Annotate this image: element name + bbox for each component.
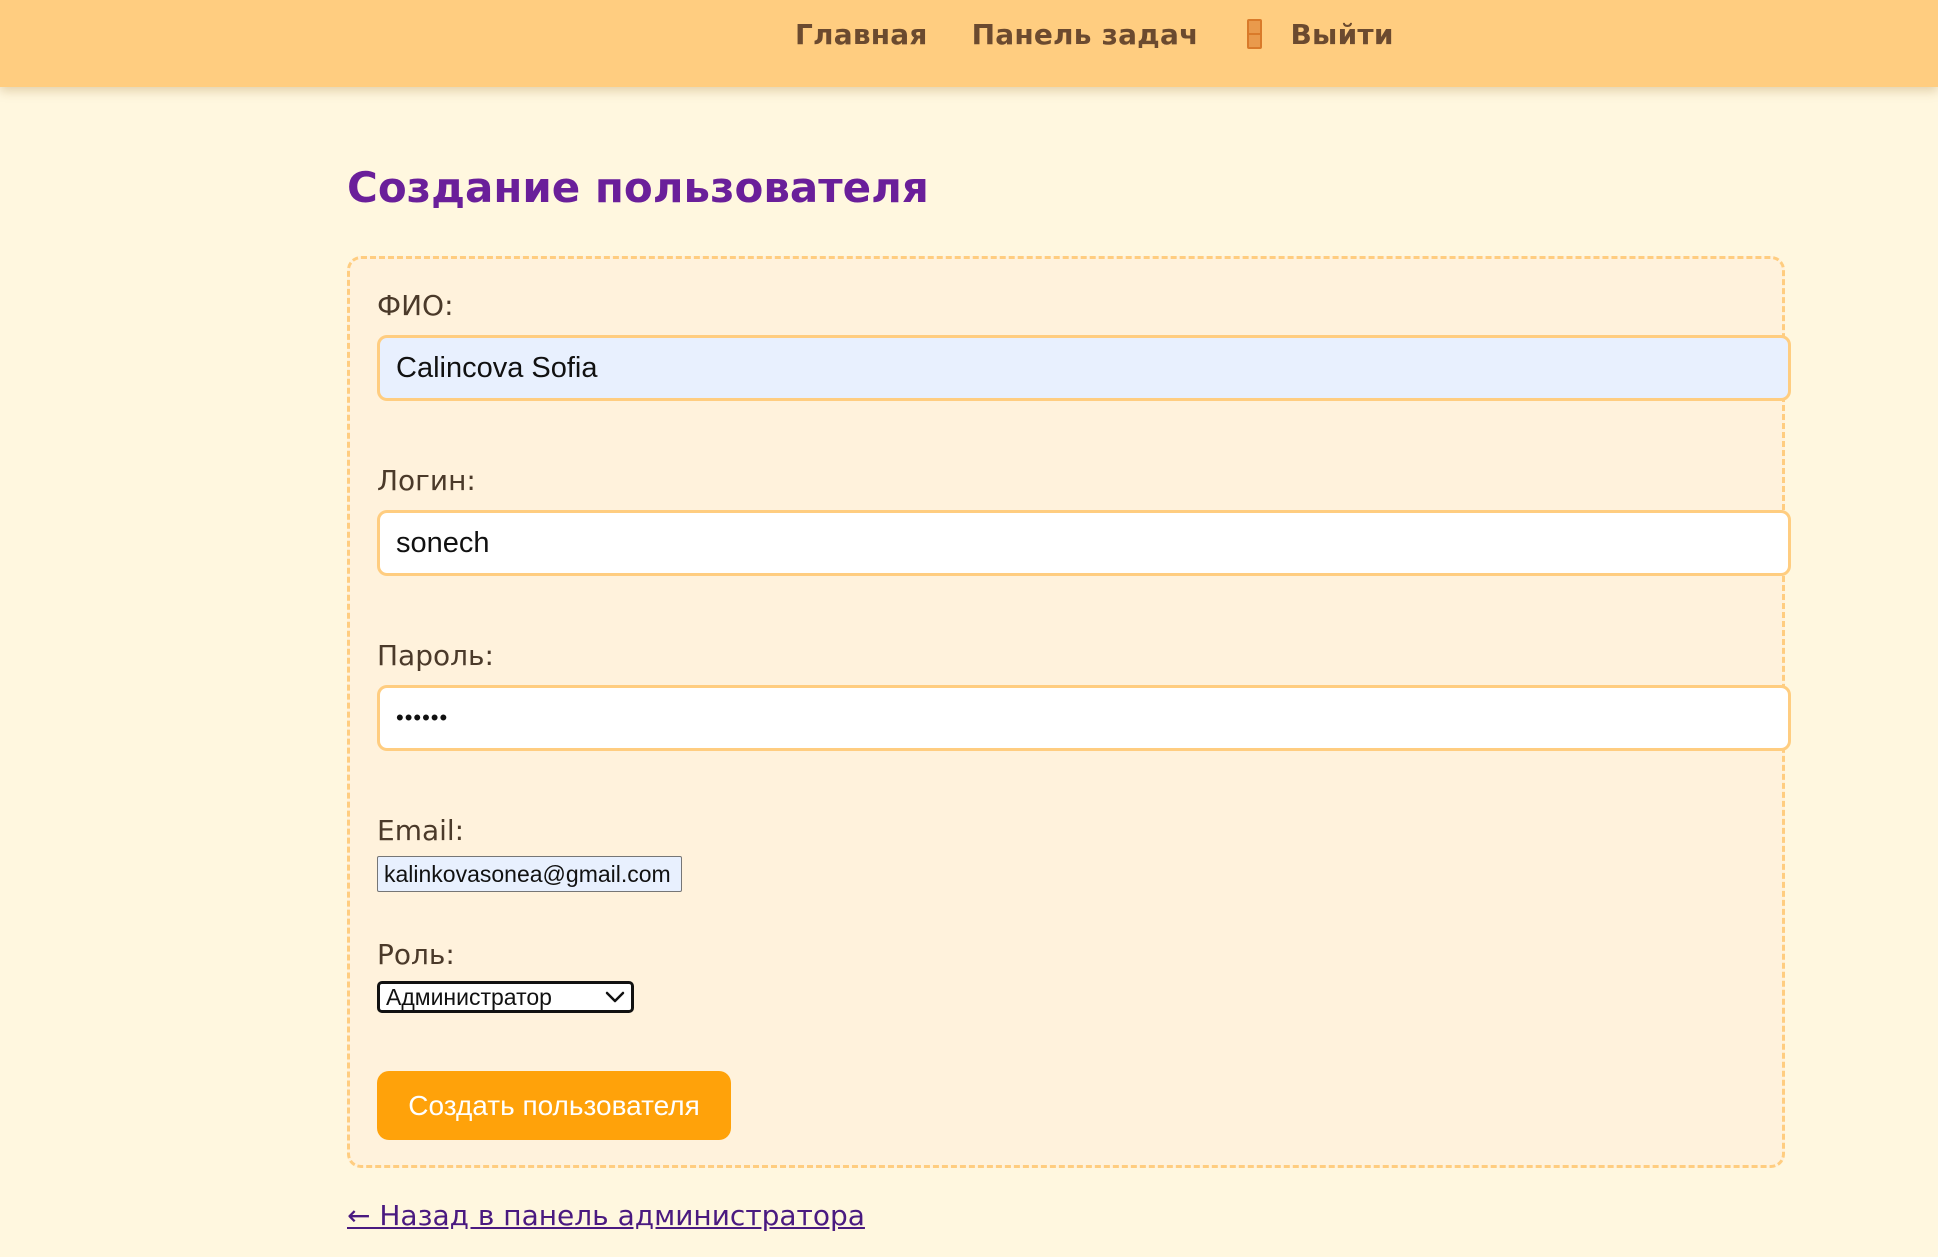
role-label: Роль: <box>377 938 455 971</box>
create-user-button[interactable]: Создать пользователя <box>377 1071 731 1140</box>
door-icon <box>1246 19 1262 49</box>
password-label: Пароль: <box>377 639 494 672</box>
nav-link-task-panel[interactable]: Панель задач <box>972 18 1199 51</box>
fullname-input[interactable] <box>377 335 1791 401</box>
role-select[interactable]: Администратор <box>377 981 634 1013</box>
email-input[interactable] <box>377 856 682 892</box>
password-input[interactable] <box>377 685 1791 751</box>
login-input[interactable] <box>377 510 1791 576</box>
page-title: Создание пользователя <box>347 163 929 212</box>
top-navigation-bar: Главная Панель задач Выйти <box>0 0 1938 87</box>
main-nav: Главная Панель задач Выйти <box>795 14 1394 54</box>
back-to-admin-panel-link[interactable]: ← Назад в панель администратора <box>347 1199 865 1232</box>
role-selected-value: Администратор <box>386 983 552 1010</box>
login-label: Логин: <box>377 464 476 497</box>
chevron-down-icon <box>605 991 625 1003</box>
nav-link-home[interactable]: Главная <box>795 18 928 51</box>
email-label: Email: <box>377 814 465 847</box>
nav-link-logout[interactable]: Выйти <box>1246 17 1394 51</box>
logout-label: Выйти <box>1290 17 1394 51</box>
fullname-label: ФИО: <box>377 289 454 322</box>
